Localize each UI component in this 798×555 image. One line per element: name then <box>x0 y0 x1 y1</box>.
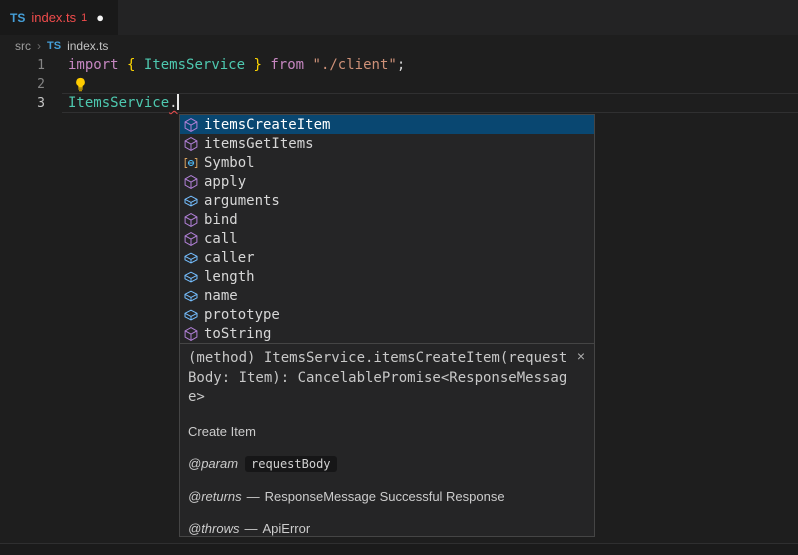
breadcrumb-separator-icon: › <box>37 39 41 53</box>
suggestion-label: itemsCreateItem <box>204 117 330 133</box>
modified-indicator-dot[interactable]: ● <box>96 13 104 23</box>
dash-separator: — <box>247 489 260 504</box>
line-number-2[interactable]: 2 <box>0 75 45 94</box>
symbol-variable-icon <box>183 155 199 171</box>
symbol-method-icon <box>183 174 199 190</box>
suggestion-toString[interactable]: toString <box>180 324 594 343</box>
suggestion-name[interactable]: name <box>180 286 594 305</box>
line-number-3[interactable]: 3 <box>0 94 45 113</box>
suggestion-docs-panel: (method) ItemsService.itemsCreateItem(re… <box>180 343 594 536</box>
suggestion-label: bind <box>204 212 238 228</box>
suggestion-prototype[interactable]: prototype <box>180 305 594 324</box>
symbol-field-icon <box>183 288 199 304</box>
breadcrumb: src › TS index.ts <box>0 35 798 56</box>
token-close-brace: } <box>253 57 261 73</box>
suggestion-label: prototype <box>204 307 280 323</box>
method-signature: (method) ItemsService.itemsCreateItem(re… <box>188 349 567 408</box>
tab-label: index.ts <box>31 10 76 25</box>
suggestion-label: name <box>204 288 238 304</box>
suggestion-apply[interactable]: apply <box>180 172 594 191</box>
code-line-1[interactable]: import { ItemsService } from "./client"; <box>68 56 405 75</box>
line-number-1[interactable]: 1 <box>0 56 45 75</box>
suggestion-label: Symbol <box>204 155 255 171</box>
symbol-method-icon <box>183 326 199 342</box>
close-icon[interactable]: × <box>577 350 585 362</box>
doc-description: Create Item <box>188 424 586 439</box>
token-items-service: ItemsService <box>68 95 169 111</box>
intellisense-suggest-widget: itemsCreateItem itemsGetItems Symbol app… <box>179 114 595 537</box>
param-tag: @param <box>188 456 238 471</box>
symbol-method-icon <box>183 231 199 247</box>
doc-param-line: @param requestBody <box>188 456 586 472</box>
symbol-method-icon <box>183 117 199 133</box>
suggestion-label: call <box>204 231 238 247</box>
symbol-field-icon <box>183 250 199 266</box>
suggestion-list: itemsCreateItem itemsGetItems Symbol app… <box>180 115 594 343</box>
token-import: import <box>68 57 119 73</box>
suggestion-itemsCreateItem[interactable]: itemsCreateItem <box>180 115 594 134</box>
typescript-file-icon: TS <box>47 40 61 52</box>
symbol-field-icon <box>183 193 199 209</box>
breadcrumb-folder[interactable]: src <box>15 39 31 53</box>
suggestion-length[interactable]: length <box>180 267 594 286</box>
bottom-strip <box>0 544 798 555</box>
token-from: from <box>270 57 304 73</box>
suggestion-bind[interactable]: bind <box>180 210 594 229</box>
suggestion-label: caller <box>204 250 255 266</box>
suggestion-caller[interactable]: caller <box>180 248 594 267</box>
token-semicolon: ; <box>397 57 405 73</box>
suggestion-label: length <box>204 269 255 285</box>
code-line-3[interactable]: ItemsService. <box>68 94 179 113</box>
suggestion-itemsGetItems[interactable]: itemsGetItems <box>180 134 594 153</box>
suggestion-call[interactable]: call <box>180 229 594 248</box>
doc-throws-line: @throws — ApiError <box>188 521 586 536</box>
token-space <box>135 57 143 73</box>
token-space <box>119 57 127 73</box>
suggestion-label: apply <box>204 174 246 190</box>
symbol-method-icon <box>183 212 199 228</box>
symbol-field-icon <box>183 269 199 285</box>
suggestion-label: arguments <box>204 193 280 209</box>
symbol-field-icon <box>183 307 199 323</box>
doc-returns-line: @returns — ResponseMessage Successful Re… <box>188 489 586 504</box>
suggestion-label: toString <box>204 326 271 342</box>
dash-separator: — <box>245 521 258 536</box>
suggestion-arguments[interactable]: arguments <box>180 191 594 210</box>
suggestion-Symbol[interactable]: Symbol <box>180 153 594 172</box>
lightbulb-quickfix-icon[interactable] <box>73 77 88 92</box>
throws-text: ApiError <box>263 521 311 536</box>
typescript-file-icon: TS <box>10 11 25 25</box>
tab-index-ts[interactable]: TS index.ts 1 ● <box>0 0 118 35</box>
returns-text: ResponseMessage Successful Response <box>265 489 505 504</box>
returns-tag: @returns <box>188 489 242 504</box>
symbol-method-icon <box>183 136 199 152</box>
token-module-string: "./client" <box>313 57 397 73</box>
breadcrumb-file[interactable]: index.ts <box>67 39 108 53</box>
tab-bar: TS index.ts 1 ● <box>0 0 798 35</box>
tab-error-count-badge: 1 <box>81 12 87 24</box>
text-cursor <box>177 94 179 110</box>
suggestion-label: itemsGetItems <box>204 136 314 152</box>
throws-tag: @throws <box>188 521 240 536</box>
token-space <box>304 57 312 73</box>
param-name-chip: requestBody <box>245 456 336 472</box>
token-items-service: ItemsService <box>144 57 245 73</box>
